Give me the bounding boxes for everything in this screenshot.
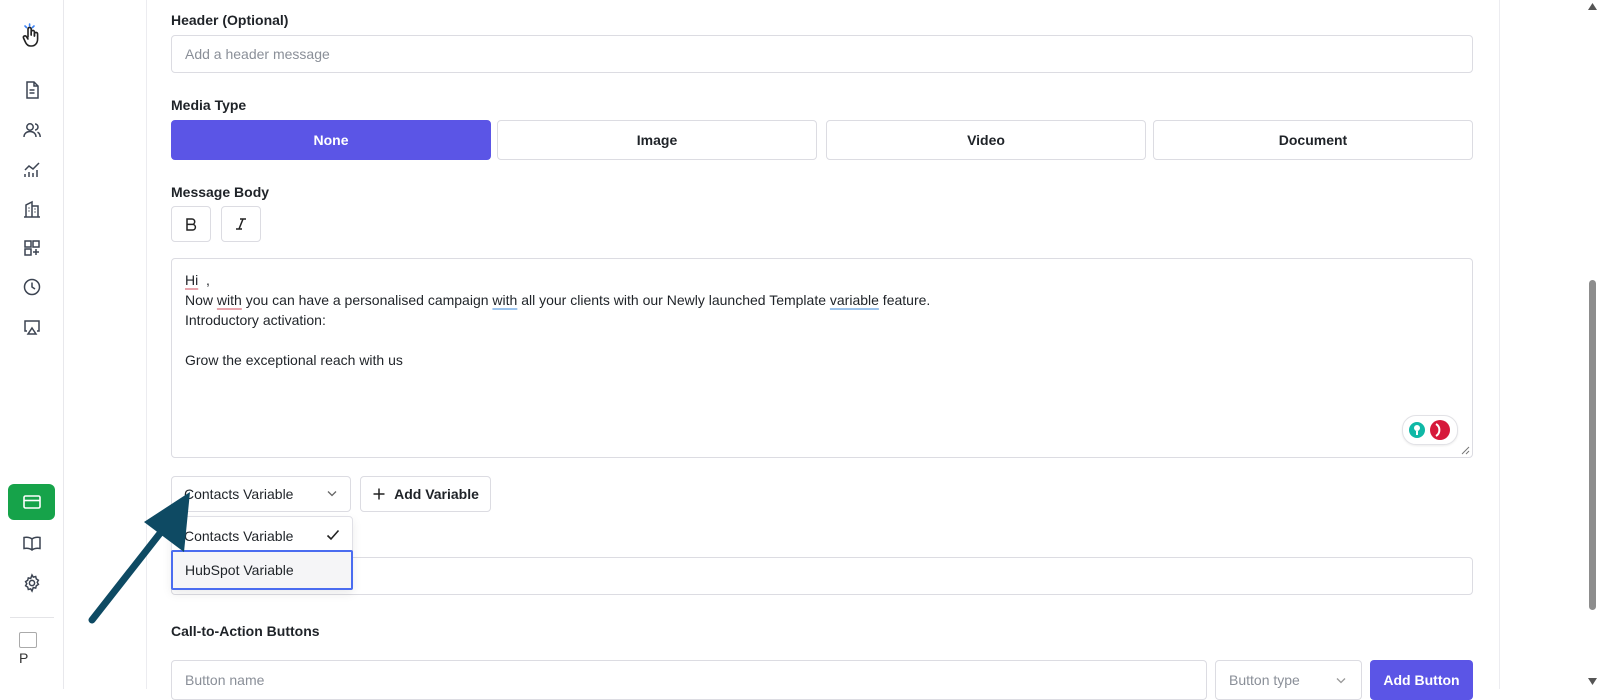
sidebar: P: [0, 0, 64, 689]
italic-button[interactable]: [221, 206, 261, 242]
contacts-icon[interactable]: [20, 118, 44, 142]
avatar[interactable]: P: [19, 632, 43, 672]
message-body-editor[interactable]: Hi , Now with you can have a personalise…: [171, 258, 1473, 458]
header-label: Header (Optional): [171, 12, 289, 28]
broadcast-icon[interactable]: [20, 315, 44, 339]
message-line-5: Grow the exceptional reach with us: [185, 352, 403, 368]
bold-button[interactable]: [171, 206, 211, 242]
chevron-down-icon: [327, 491, 337, 497]
message-line-1: Hi ,: [185, 272, 210, 288]
scroll-down-icon[interactable]: [1588, 678, 1597, 685]
add-button[interactable]: Add Button: [1370, 660, 1473, 700]
annotation-arrow: [88, 492, 190, 624]
button-name-placeholder: Button name: [185, 672, 265, 688]
add-variable-button[interactable]: Add Variable: [360, 476, 491, 512]
clock-icon[interactable]: [20, 275, 44, 299]
building-icon[interactable]: [20, 197, 44, 221]
document-icon[interactable]: [20, 78, 44, 102]
variable-value-input[interactable]: [171, 557, 1473, 595]
button-type-select[interactable]: Button type: [1215, 660, 1362, 700]
message-line-3: Introductory activation:: [185, 312, 326, 328]
logo-hand-icon[interactable]: [20, 23, 44, 48]
button-name-input[interactable]: Button name: [171, 660, 1207, 700]
media-image-button[interactable]: Image: [497, 120, 817, 160]
sidebar-divider: [10, 617, 54, 618]
grammar-badge-icon: [1409, 420, 1450, 440]
media-document-button[interactable]: Document: [1153, 120, 1473, 160]
media-video-button[interactable]: Video: [826, 120, 1146, 160]
italic-icon: [236, 218, 246, 230]
button-type-placeholder: Button type: [1229, 672, 1300, 688]
resize-handle-icon[interactable]: [1460, 445, 1470, 455]
message-line-2: Now with you can have a personalised cam…: [185, 292, 931, 308]
bold-icon: [186, 218, 197, 231]
avatar-letter: P: [19, 650, 29, 666]
chevron-down-icon: [1336, 678, 1346, 684]
message-line-4: [185, 330, 1459, 350]
analytics-icon[interactable]: [20, 158, 44, 182]
plus-icon: [373, 488, 385, 500]
message-body-label: Message Body: [171, 184, 270, 200]
scroll-up-icon[interactable]: [1588, 3, 1597, 10]
media-none-button[interactable]: None: [171, 120, 491, 160]
broken-image-icon: [19, 632, 37, 648]
add-widget-icon[interactable]: [20, 236, 44, 260]
grammar-assistant-badge[interactable]: [1402, 415, 1458, 445]
media-type-label: Media Type: [171, 97, 247, 113]
scrollbar[interactable]: [1585, 0, 1599, 689]
cta-label: Call-to-Action Buttons: [171, 623, 320, 639]
settings-icon[interactable]: [20, 571, 44, 595]
header-input[interactable]: [171, 35, 1473, 73]
scroll-thumb[interactable]: [1589, 280, 1596, 610]
book-icon[interactable]: [20, 532, 44, 556]
card-icon[interactable]: [8, 484, 55, 520]
checkmark-icon: [326, 529, 340, 541]
add-variable-label: Add Variable: [394, 486, 479, 502]
